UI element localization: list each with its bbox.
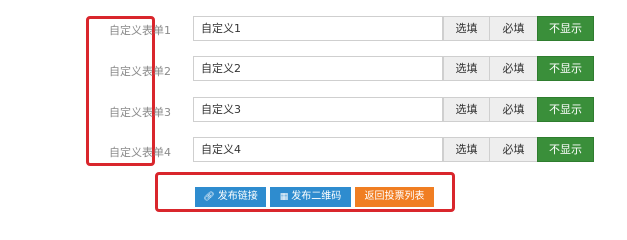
form-field-label-4: 自定义表单4: [109, 146, 171, 159]
publish-qrcode-button[interactable]: ▦ 发布二维码: [270, 187, 351, 207]
form-field-label-2: 自定义表单2: [109, 65, 171, 78]
required-toggle-3[interactable]: 必填: [489, 97, 538, 122]
hide-toggle-2[interactable]: 不显示: [537, 56, 594, 81]
publish-qrcode-label: 发布二维码: [291, 191, 342, 202]
optional-toggle-4[interactable]: 选填: [443, 137, 490, 162]
custom-field-input-3[interactable]: 自定义3: [193, 97, 443, 122]
required-toggle-2[interactable]: 必填: [489, 56, 538, 81]
required-toggle-1[interactable]: 必填: [489, 16, 538, 41]
hide-toggle-3[interactable]: 不显示: [537, 97, 594, 122]
optional-toggle-3[interactable]: 选填: [443, 97, 490, 122]
required-toggle-4[interactable]: 必填: [489, 137, 538, 162]
back-to-list-button[interactable]: 返回投票列表: [355, 187, 434, 207]
publish-link-label: 发布链接: [217, 191, 258, 202]
optional-toggle-2[interactable]: 选填: [443, 56, 490, 81]
publish-link-button[interactable]: 🔗︎ 发布链接: [195, 187, 266, 207]
custom-field-input-4[interactable]: 自定义4: [193, 137, 443, 162]
hide-toggle-4[interactable]: 不显示: [537, 137, 594, 162]
labels-highlight-box: [86, 16, 155, 166]
optional-toggle-1[interactable]: 选填: [443, 16, 490, 41]
link-icon: 🔗︎: [203, 192, 215, 202]
form-field-label-1: 自定义表单1: [109, 24, 171, 37]
qrcode-icon: ▦: [279, 192, 289, 202]
custom-field-input-1[interactable]: 自定义1: [193, 16, 443, 41]
hide-toggle-1[interactable]: 不显示: [537, 16, 594, 41]
custom-field-input-2[interactable]: 自定义2: [193, 56, 443, 81]
form-field-label-3: 自定义表单3: [109, 106, 171, 119]
